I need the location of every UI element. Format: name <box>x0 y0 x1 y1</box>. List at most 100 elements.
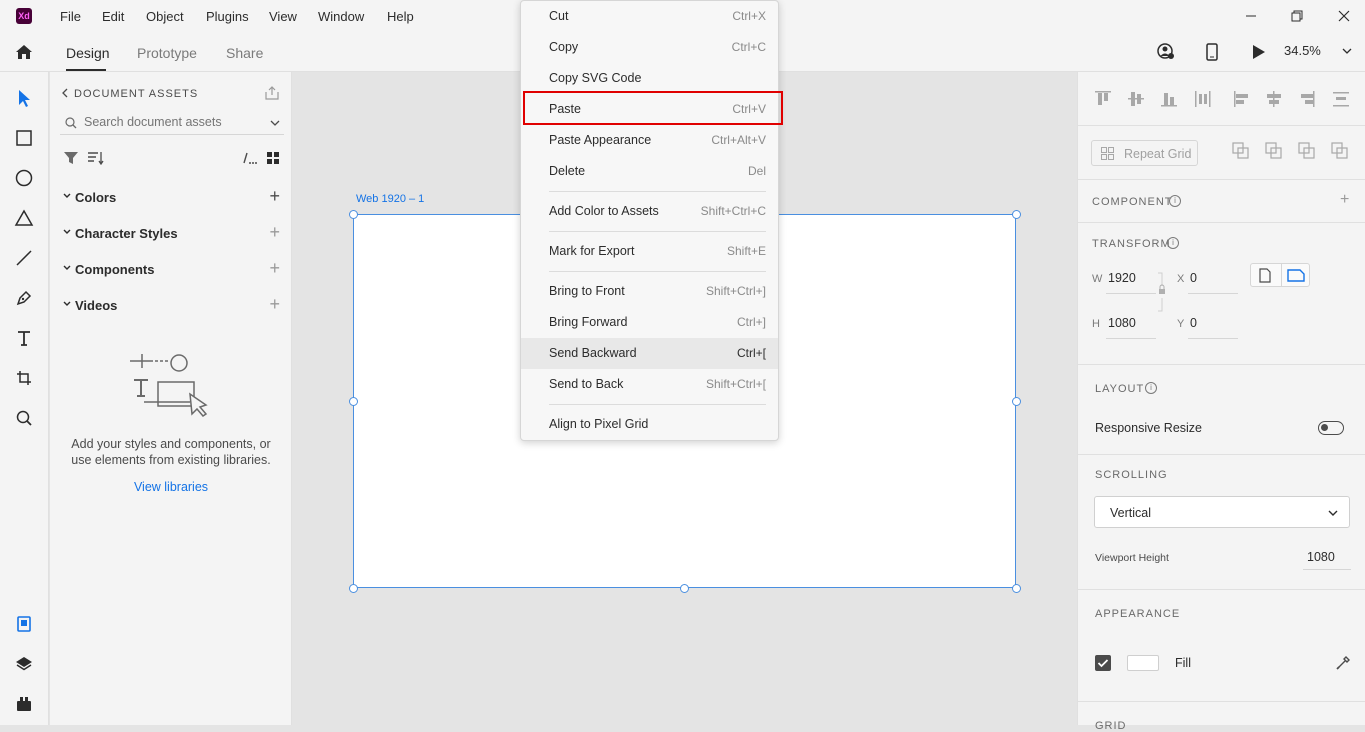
height-field[interactable]: 1080 <box>1108 316 1136 330</box>
resize-handle-bottom-middle[interactable] <box>680 584 689 593</box>
layers-panel-icon[interactable] <box>14 654 34 674</box>
line-tool-icon[interactable] <box>14 248 34 268</box>
section-label: Videos <box>75 298 118 313</box>
view-libraries-link[interactable]: View libraries <box>60 480 282 494</box>
resize-handle-top-right[interactable] <box>1012 210 1021 219</box>
search-filter-chevron-icon[interactable] <box>269 117 281 129</box>
back-chevron-icon[interactable] <box>60 87 70 99</box>
menu-plugins[interactable]: Plugins <box>206 9 249 24</box>
zoom-level[interactable]: 34.5% <box>1284 43 1321 58</box>
menu-item-send-to-back[interactable]: Send to Back Shift+Ctrl+[ <box>521 369 778 400</box>
tab-prototype[interactable]: Prototype <box>137 45 197 61</box>
resize-handle-middle-right[interactable] <box>1012 397 1021 406</box>
menu-item-add-color-to-assets[interactable]: Add Color to Assets Shift+Ctrl+C <box>521 196 778 227</box>
add-color-icon[interactable]: + <box>269 187 280 205</box>
zoom-tool-icon[interactable] <box>14 408 34 428</box>
filter-icon[interactable] <box>63 151 79 165</box>
artboard-label[interactable]: Web 1920 – 1 <box>356 193 424 205</box>
x-field[interactable]: 0 <box>1190 271 1197 285</box>
tab-design[interactable]: Design <box>66 45 110 61</box>
menu-item-align-to-pixel-grid[interactable]: Align to Pixel Grid <box>521 409 778 440</box>
xd-logo: Xd <box>16 8 32 24</box>
layout-section-title: LAYOUT <box>1095 383 1145 395</box>
sort-icon[interactable] <box>86 151 104 165</box>
menu-edit[interactable]: Edit <box>102 9 124 24</box>
y-label: Y <box>1177 318 1185 330</box>
menu-window[interactable]: Window <box>318 9 364 24</box>
component-section-title: COMPONENT <box>1092 196 1173 208</box>
fill-color-swatch[interactable] <box>1127 655 1159 671</box>
restore-icon[interactable] <box>1287 6 1307 26</box>
chevron-down-icon[interactable] <box>1340 44 1354 58</box>
polygon-tool-icon[interactable] <box>14 208 34 228</box>
menu-item-copy-svg-code[interactable]: Copy SVG Code <box>521 63 778 94</box>
grid-view-icon[interactable] <box>266 151 280 165</box>
artboard-tool-icon[interactable] <box>14 368 34 388</box>
menu-item-delete[interactable]: Delete Del <box>521 156 778 187</box>
menu-item-mark-for-export[interactable]: Mark for Export Shift+E <box>521 236 778 267</box>
field-underline <box>1106 338 1156 339</box>
lock-aspect-icon[interactable] <box>1157 272 1167 312</box>
menu-item-paste-appearance[interactable]: Paste Appearance Ctrl+Alt+V <box>521 125 778 156</box>
minimize-icon[interactable] <box>1241 6 1261 26</box>
grid-section-title: GRID <box>1095 720 1127 732</box>
menu-item-bring-to-front[interactable]: Bring to Front Shift+Ctrl+] <box>521 276 778 307</box>
select-tool-icon[interactable] <box>14 88 34 108</box>
portrait-icon[interactable] <box>1258 268 1272 283</box>
info-icon[interactable]: i <box>1167 237 1179 249</box>
resize-handle-top-left[interactable] <box>349 210 358 219</box>
list-view-icon[interactable] <box>242 151 258 165</box>
repeat-grid-button[interactable]: Repeat Grid <box>1091 140 1198 166</box>
menu-item-cut[interactable]: Cut Ctrl+X <box>521 1 778 32</box>
close-icon[interactable] <box>1334 6 1354 26</box>
play-icon[interactable] <box>1248 42 1268 62</box>
transform-section-title: TRANSFORM <box>1092 238 1171 250</box>
pen-tool-icon[interactable] <box>14 288 34 308</box>
info-icon[interactable]: i <box>1169 195 1181 207</box>
add-character-style-icon[interactable]: + <box>269 223 280 241</box>
home-icon[interactable] <box>14 42 34 62</box>
viewport-height-field[interactable]: 1080 <box>1307 550 1335 564</box>
eyedropper-icon[interactable] <box>1335 655 1351 671</box>
menu-help[interactable]: Help <box>387 9 414 24</box>
device-preview-icon[interactable] <box>1202 42 1222 62</box>
menu-item-send-backward[interactable]: Send Backward Ctrl+[ <box>521 338 778 369</box>
landscape-icon[interactable] <box>1287 269 1305 282</box>
section-character-styles[interactable]: Character Styles + <box>62 223 284 244</box>
y-field[interactable]: 0 <box>1190 316 1197 330</box>
share-assets-icon[interactable] <box>264 85 280 101</box>
menu-item-bring-forward[interactable]: Bring Forward Ctrl+] <box>521 307 778 338</box>
section-label: Colors <box>75 190 117 205</box>
assets-panel-icon[interactable] <box>14 614 34 634</box>
fill-checkbox[interactable] <box>1095 655 1111 671</box>
responsive-resize-toggle[interactable] <box>1318 421 1344 435</box>
resize-handle-middle-left[interactable] <box>349 397 358 406</box>
menu-separator <box>549 231 766 232</box>
scrolling-select[interactable]: Vertical <box>1094 496 1350 528</box>
rectangle-tool-icon[interactable] <box>14 128 34 148</box>
section-videos[interactable]: Videos + <box>62 295 284 316</box>
share-user-icon[interactable] <box>1156 42 1176 62</box>
menu-object[interactable]: Object <box>146 9 184 24</box>
resize-handle-bottom-right[interactable] <box>1012 584 1021 593</box>
menu-file[interactable]: File <box>60 9 81 24</box>
info-icon[interactable]: i <box>1145 382 1157 394</box>
menu-item-label: Delete <box>549 164 586 178</box>
add-component-icon[interactable]: + <box>269 259 280 277</box>
section-colors[interactable]: Colors + <box>62 187 284 208</box>
add-component-state-icon[interactable]: + <box>1340 191 1349 209</box>
plugins-panel-icon[interactable] <box>14 694 34 714</box>
add-video-icon[interactable]: + <box>269 295 280 313</box>
search-icon <box>64 116 78 130</box>
resize-handle-bottom-left[interactable] <box>349 584 358 593</box>
tab-share[interactable]: Share <box>226 45 263 61</box>
menu-item-label: Mark for Export <box>549 244 635 258</box>
section-components[interactable]: Components + <box>62 259 284 280</box>
width-field[interactable]: 1920 <box>1108 271 1136 285</box>
menu-item-copy[interactable]: Copy Ctrl+C <box>521 32 778 63</box>
text-tool-icon[interactable] <box>14 328 34 348</box>
ellipse-tool-icon[interactable] <box>14 168 34 188</box>
search-assets-input[interactable] <box>84 115 254 129</box>
assets-panel: DOCUMENT ASSETS Colors + Character Style… <box>50 72 292 725</box>
menu-view[interactable]: View <box>269 9 297 24</box>
